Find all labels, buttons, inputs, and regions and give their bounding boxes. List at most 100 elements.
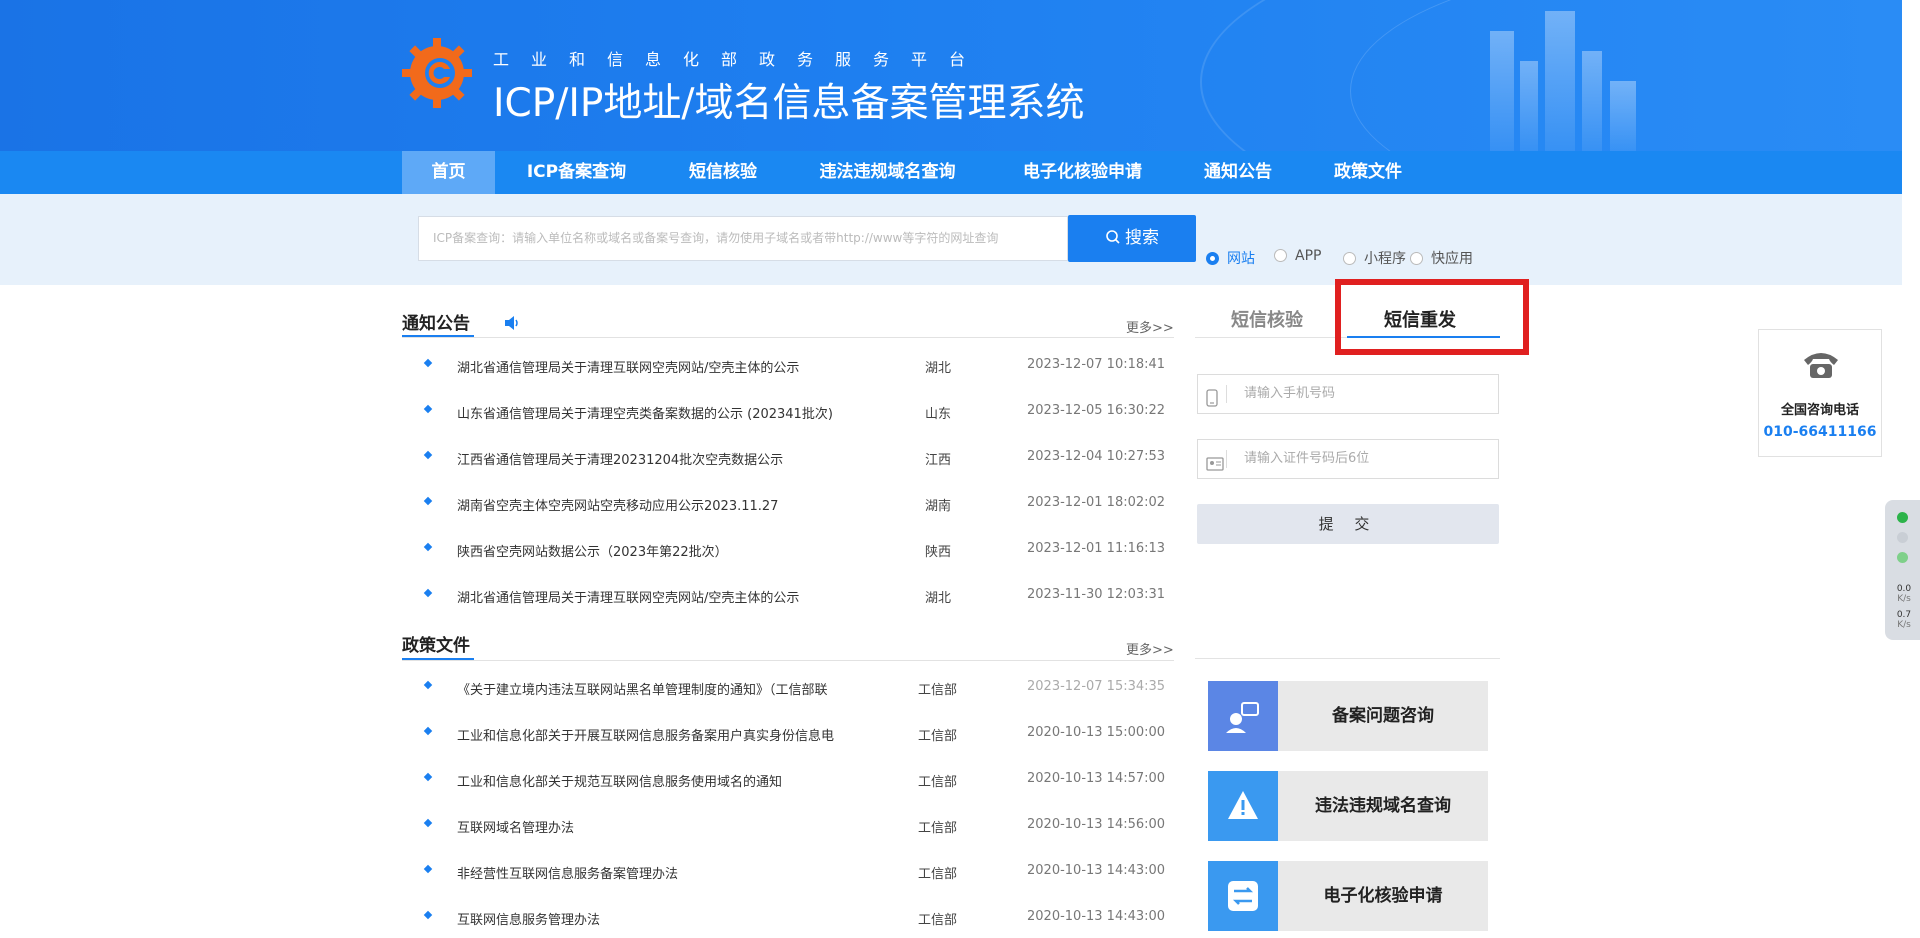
notice-region: 陕西 xyxy=(925,545,952,560)
policy-date: 2020-10-13 14:56:00 xyxy=(1027,817,1166,832)
radio-label: APP xyxy=(1295,248,1322,264)
notice-row[interactable]: 湖北省通信管理局关于清理互联网空壳网站/空壳主体的公示 湖北 2023-11-30 … xyxy=(400,587,1180,607)
site-logo[interactable] xyxy=(400,36,474,110)
bullet-icon xyxy=(423,404,433,414)
search-button-label: 搜索 xyxy=(1125,228,1159,248)
bullet-icon xyxy=(423,818,433,828)
notice-date: 2023-12-04 10:27:53 xyxy=(1027,449,1166,464)
tab-sms-verify[interactable]: 短信核验 xyxy=(1231,306,1303,332)
nav-icp-query[interactable]: ICP备案查询 xyxy=(505,151,648,194)
upload-unit: K/s xyxy=(1897,594,1911,604)
radio-label: 快应用 xyxy=(1431,251,1473,267)
submit-button[interactable]: 提 交 xyxy=(1197,504,1499,544)
platform-subtitle: 工业和信息化部政务服务平台 xyxy=(493,50,988,69)
search-button[interactable]: 搜索 xyxy=(1068,215,1196,262)
notice-date: 2023-12-07 10:18:41 xyxy=(1027,357,1166,372)
notice-row[interactable]: 湖北省通信管理局关于清理互联网空壳网站/空壳主体的公示 湖北 2023-12-07 … xyxy=(400,357,1180,377)
hotline-label: 全国咨询电话 xyxy=(1780,403,1859,418)
notice-date: 2023-12-05 16:30:22 xyxy=(1027,403,1166,418)
nav-notices[interactable]: 通知公告 xyxy=(1188,151,1288,194)
speaker-icon xyxy=(505,316,518,330)
id-placeholder: 请输入证件号码后6位 xyxy=(1244,451,1370,466)
notice-row[interactable]: 湖南省空壳主体空壳网站空壳移动应用公示2023.11.27 湖南 2023-12-0… xyxy=(400,495,1180,515)
nav-e-verify[interactable]: 电子化核验申请 xyxy=(1000,151,1165,194)
bullet-icon xyxy=(423,496,433,506)
nav-home[interactable]: 首页 xyxy=(402,151,495,194)
policy-source: 工信部 xyxy=(918,821,958,836)
quicklink-consult[interactable]: 备案问题咨询 xyxy=(1208,681,1488,751)
banner-decoration xyxy=(1520,61,1538,151)
notice-title: 江西省通信管理局关于清理20231204批次空壳数据公示 xyxy=(457,453,784,468)
banner-decoration xyxy=(1490,31,1514,151)
bullet-icon xyxy=(423,864,433,874)
id-field[interactable]: 请输入证件号码后6位 xyxy=(1197,439,1499,479)
bullet-icon xyxy=(423,588,433,598)
notice-title: 山东省通信管理局关于清理空壳类备案数据的公示 (202341批次) xyxy=(457,407,833,422)
id-card-icon xyxy=(1206,450,1227,471)
notice-title: 陕西省空壳网站数据公示（2023年第22批次） xyxy=(457,545,728,560)
notices-title: 通知公告 xyxy=(402,314,470,334)
policy-title: 工业和信息化部关于开展互联网信息服务备案用户真实身份信息电 xyxy=(457,729,835,744)
main-nav: 首页 ICP备案查询 短信核验 违法违规域名查询 电子化核验申请 通知公告 政策… xyxy=(0,151,1902,194)
radio-dot xyxy=(1410,252,1423,265)
bullet-icon xyxy=(423,450,433,460)
network-speed-widget[interactable]: 0.0 K/s 0.7 K/s xyxy=(1885,500,1920,640)
status-dot xyxy=(1897,512,1908,523)
exchange-icon xyxy=(1208,861,1278,931)
section-underline xyxy=(402,335,474,337)
radio-app[interactable]: APP xyxy=(1274,248,1321,264)
hotline-box[interactable]: 全国咨询电话 010-66411166 xyxy=(1758,329,1882,457)
radio-miniprogram[interactable]: 小程序 xyxy=(1343,248,1406,267)
policy-row[interactable]: 《关于建立境内违法互联网站黑名单管理制度的通知》（工信部联 工信部 2023-12-… xyxy=(400,679,1180,699)
notices-more-link[interactable]: 更多>> xyxy=(1126,317,1174,336)
policy-row[interactable]: 非经营性互联网信息服务备案管理办法 工信部 2020-10-13 14:43:00 xyxy=(400,863,1180,883)
policy-date: 2020-10-13 14:57:00 xyxy=(1027,771,1166,786)
section-underline xyxy=(402,658,474,660)
nav-illegal-domain[interactable]: 违法违规域名查询 xyxy=(800,151,975,194)
bullet-icon xyxy=(423,772,433,782)
nav-sms-verify[interactable]: 短信核验 xyxy=(668,151,778,194)
banner-decoration xyxy=(1610,81,1636,151)
quicklink-e-verify[interactable]: 电子化核验申请 xyxy=(1208,861,1488,931)
policy-row[interactable]: 工业和信息化部关于规范互联网信息服务使用域名的通知 工信部 2020-10-13 1… xyxy=(400,771,1180,791)
nav-policies[interactable]: 政策文件 xyxy=(1318,151,1418,194)
search-input[interactable]: ICP备案查询：请输入单位名称或域名或备案号查询，请勿使用子域名或者带http:… xyxy=(418,216,1068,261)
policy-row[interactable]: 互联网域名管理办法 工信部 2020-10-13 14:56:00 xyxy=(400,817,1180,837)
policy-source: 工信部 xyxy=(918,775,958,790)
phone-field[interactable]: 请输入手机号码 xyxy=(1197,374,1499,414)
quicklink-illegal-domain[interactable]: 违法违规域名查询 xyxy=(1208,771,1488,841)
policy-title: 非经营性互联网信息服务备案管理办法 xyxy=(457,867,679,882)
policies-more-link[interactable]: 更多>> xyxy=(1126,639,1174,658)
notice-row[interactable]: 山东省通信管理局关于清理空壳类备案数据的公示 (202341批次) 山东 2023-… xyxy=(400,403,1180,423)
notice-row[interactable]: 江西省通信管理局关于清理20231204批次空壳数据公示 江西 2023-12-04… xyxy=(400,449,1180,469)
hotline-number: 010-66411166 xyxy=(1763,424,1877,440)
radio-label: 网站 xyxy=(1227,251,1255,267)
policy-title: 互联网域名管理办法 xyxy=(457,821,575,836)
policy-source: 工信部 xyxy=(918,683,958,698)
notice-region: 湖北 xyxy=(925,361,952,376)
notice-title: 湖北省通信管理局关于清理互联网空壳网站/空壳主体的公示 xyxy=(457,591,800,606)
bullet-icon xyxy=(423,726,433,736)
bullet-icon xyxy=(423,680,433,690)
phone-icon xyxy=(1206,385,1227,407)
policy-source: 工信部 xyxy=(918,729,958,744)
search-icon xyxy=(1106,230,1120,244)
download-speed: 0.7 xyxy=(1896,610,1912,620)
notice-title: 湖南省空壳主体空壳网站空壳移动应用公示2023.11.27 xyxy=(457,499,779,514)
divider xyxy=(402,337,1174,338)
policy-row[interactable]: 互联网信息服务管理办法 工信部 2020-10-13 14:43:00 xyxy=(400,909,1180,929)
notice-region: 湖北 xyxy=(925,591,952,606)
radio-label: 小程序 xyxy=(1364,251,1406,267)
radio-dot xyxy=(1274,249,1287,262)
notice-region: 江西 xyxy=(925,453,952,468)
policies-title: 政策文件 xyxy=(402,636,470,656)
notice-region: 湖南 xyxy=(925,499,952,514)
notice-row[interactable]: 陕西省空壳网站数据公示（2023年第22批次） 陕西 2023-12-01 11:1… xyxy=(400,541,1180,561)
radio-website[interactable]: 网站 xyxy=(1206,248,1255,267)
policy-row[interactable]: 工业和信息化部关于开展互联网信息服务备案用户真实身份信息电 工信部 2020-10-… xyxy=(400,725,1180,745)
notice-region: 山东 xyxy=(925,407,952,422)
bullet-icon xyxy=(423,910,433,920)
policy-source: 工信部 xyxy=(918,913,958,928)
banner-decoration xyxy=(1545,11,1575,151)
radio-quickapp[interactable]: 快应用 xyxy=(1410,248,1473,267)
